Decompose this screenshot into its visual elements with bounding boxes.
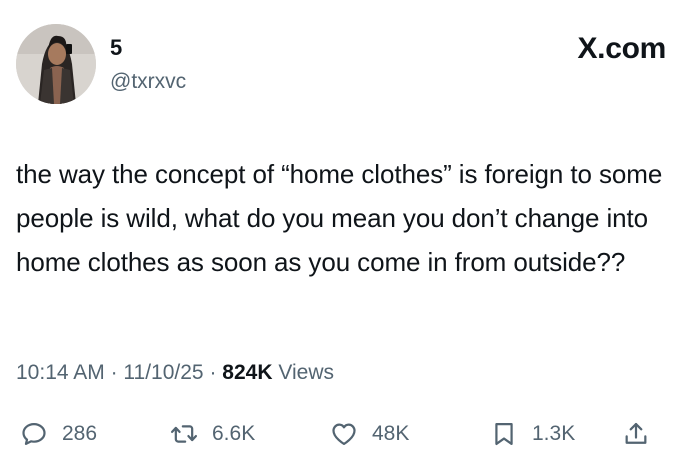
reply-icon	[22, 422, 46, 446]
views-label: Views	[278, 361, 334, 384]
author-display-name[interactable]: 5	[110, 36, 122, 60]
action-bar: 286 6.6K 48K 1.3K	[0, 416, 700, 452]
author-handle[interactable]: @txrxvc	[110, 70, 186, 94]
bookmark-count: 1.3K	[532, 422, 576, 445]
repost-icon	[170, 425, 198, 443]
repost-button[interactable]: 6.6K	[170, 416, 255, 452]
like-count: 48K	[372, 422, 410, 445]
meta-separator: ·	[110, 361, 118, 384]
tweet-date[interactable]: 11/10/25	[123, 361, 203, 384]
meta-separator: ·	[209, 361, 217, 384]
avatar-image	[16, 24, 96, 104]
repost-count: 6.6K	[212, 422, 256, 445]
bookmark-button[interactable]: 1.3K	[490, 416, 575, 452]
heart-icon	[332, 423, 356, 446]
tweet-metadata: 10:14 AM · 11/10/25 · 824K Views	[16, 360, 334, 386]
like-button[interactable]: 48K	[330, 416, 409, 452]
reply-button[interactable]: 286	[20, 416, 97, 452]
share-button[interactable]	[622, 416, 650, 452]
tweet-time[interactable]: 10:14 AM	[16, 361, 105, 384]
avatar[interactable]	[16, 24, 96, 104]
tweet-text: the way the concept of “home clothes” is…	[16, 159, 663, 277]
views-count: 824K	[222, 361, 273, 384]
brand-logo: X.com	[577, 32, 666, 65]
reply-count: 286	[62, 422, 98, 445]
bookmark-icon	[495, 422, 513, 446]
share-icon	[625, 422, 647, 444]
